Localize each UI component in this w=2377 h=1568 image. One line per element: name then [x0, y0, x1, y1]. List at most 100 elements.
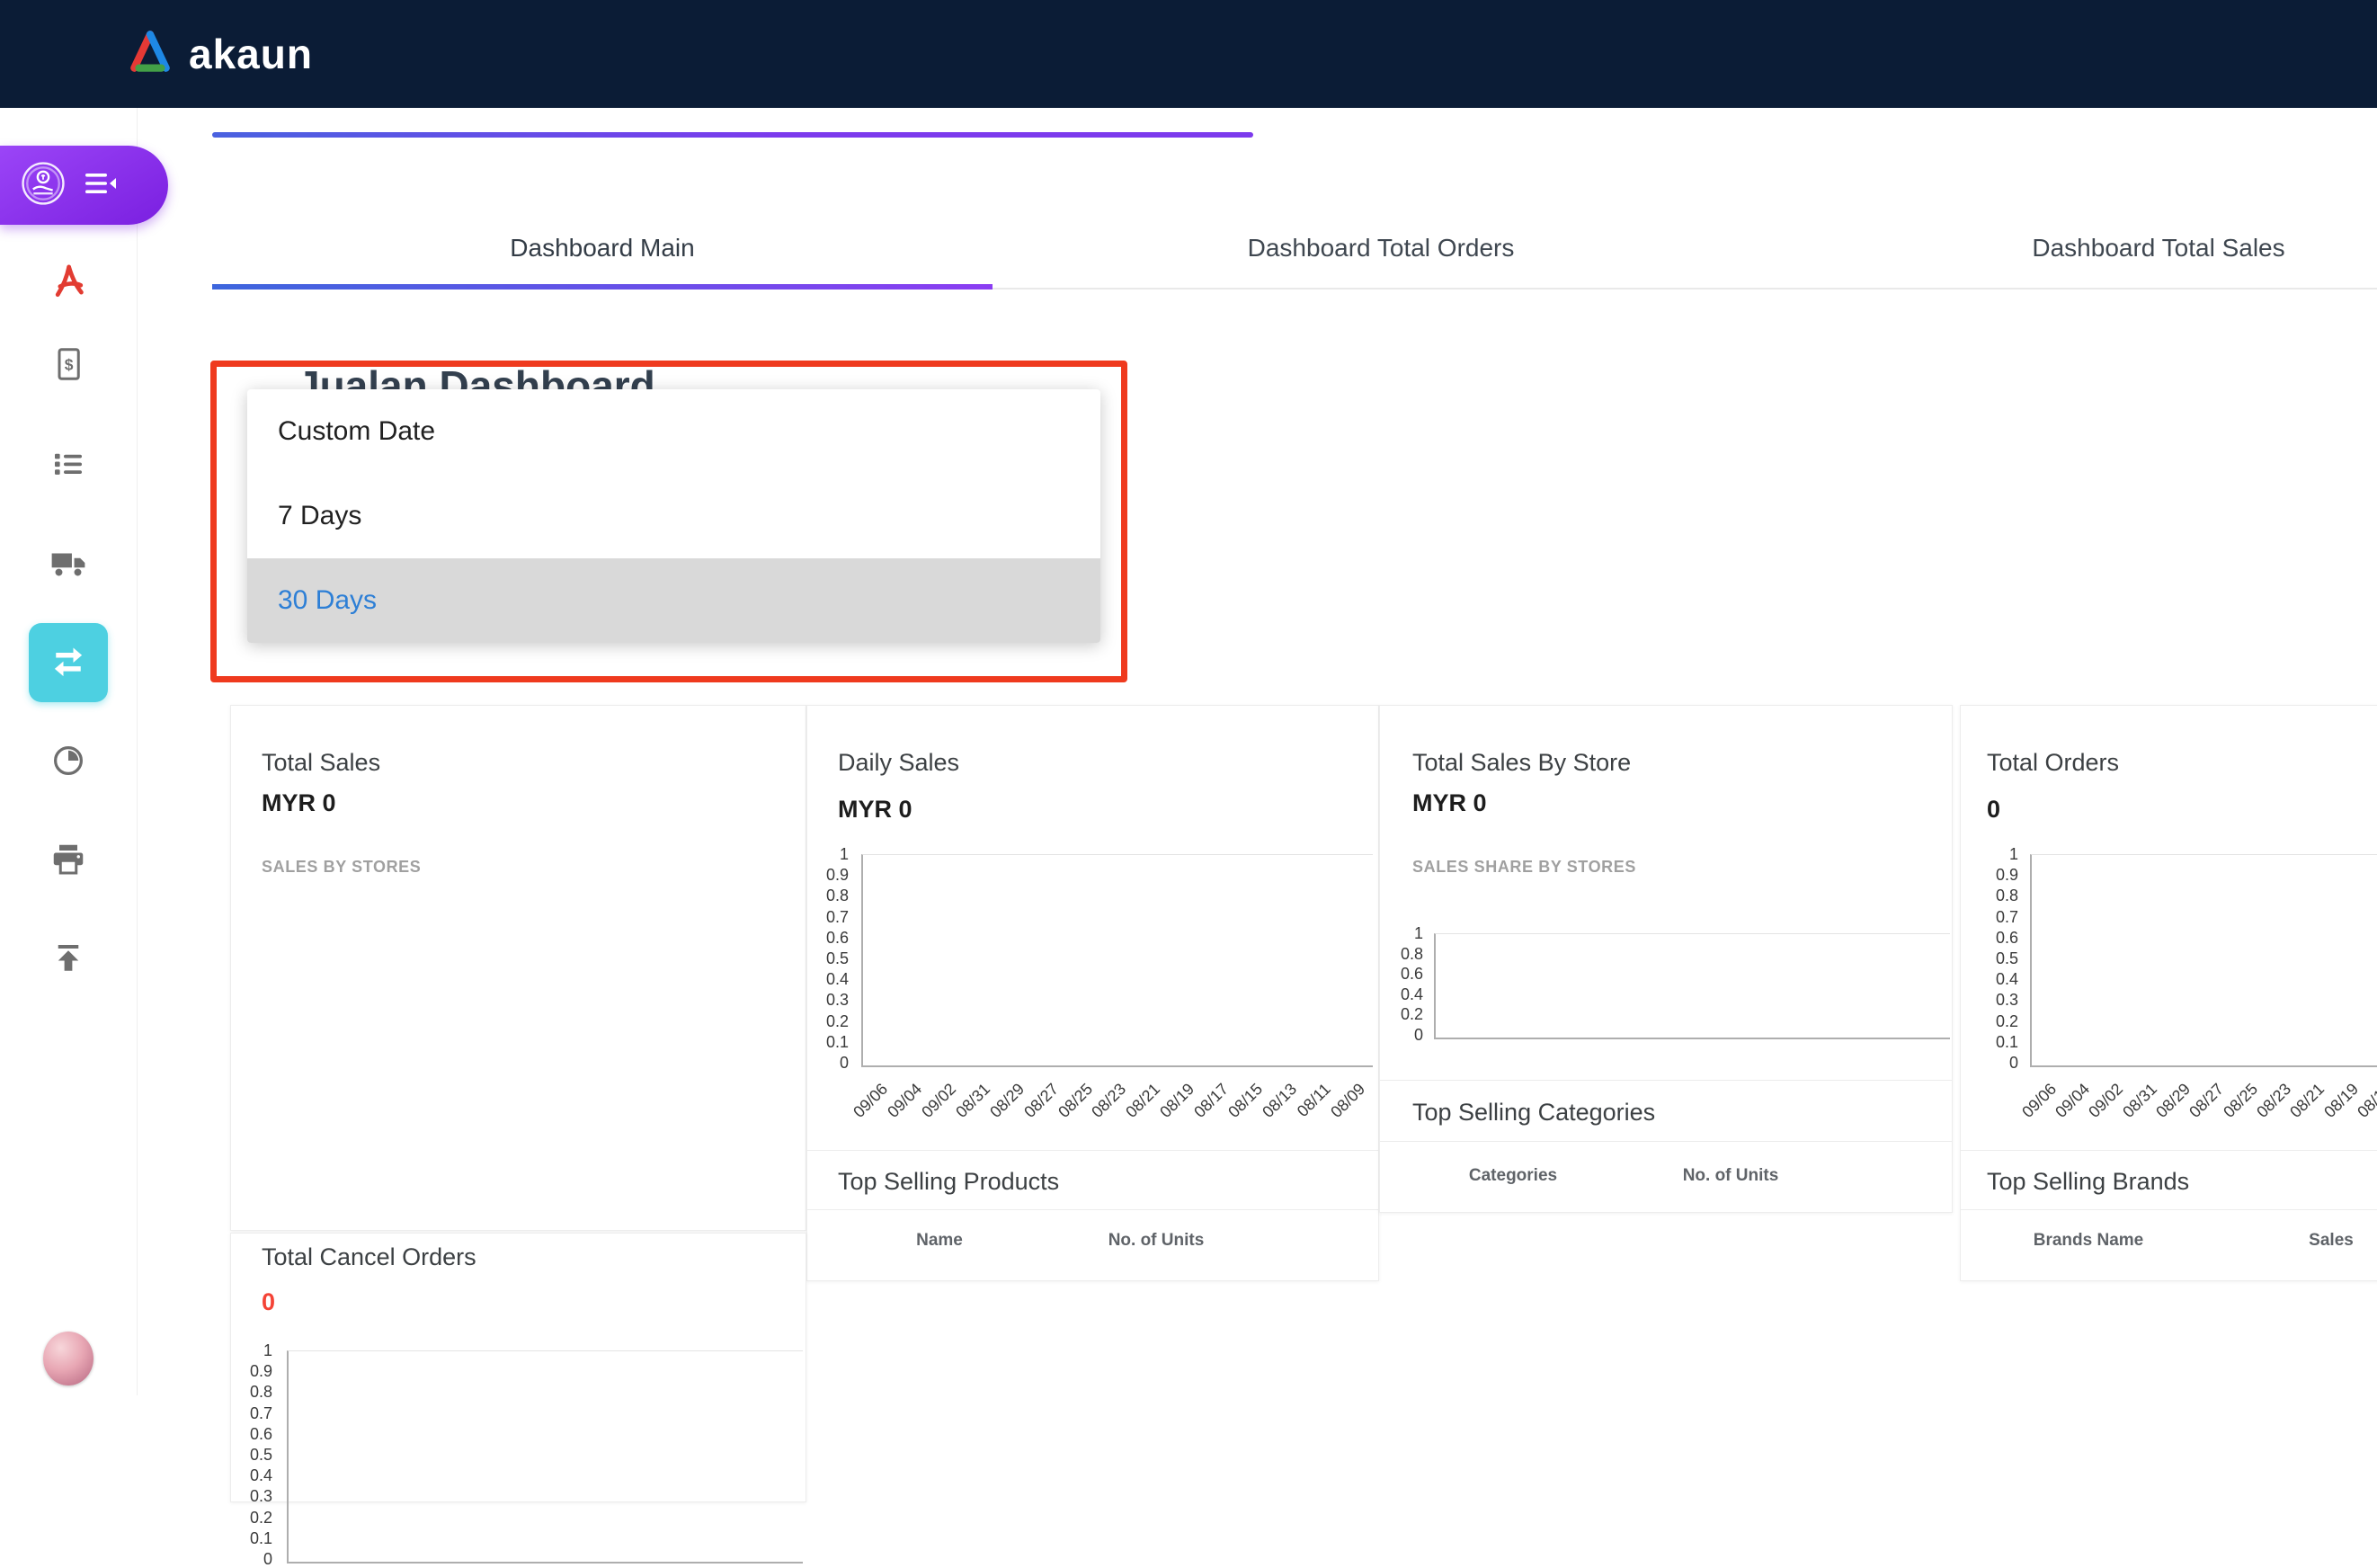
total-sales-by-store-card: Total Sales By Store MYR 0 SALES SHARE B…	[1379, 705, 1953, 1213]
card-title: Total Sales	[262, 749, 380, 777]
y-tick: 0.3	[1996, 992, 2018, 1008]
total-sales-card: Total Sales MYR 0 SALES BY STORES	[230, 705, 806, 1231]
dropdown-option-custom-date[interactable]: Custom Date	[247, 389, 1100, 474]
payment-hand-icon	[20, 160, 67, 211]
y-tick: 0.4	[250, 1467, 272, 1483]
y-tick: 0.4	[1996, 971, 2018, 987]
y-tick: 0.6	[1996, 930, 2018, 946]
y-tick: 0.9	[250, 1363, 272, 1379]
divider	[1961, 1209, 2377, 1210]
y-tick: 0.4	[826, 971, 849, 987]
akaun-triangle-logo-icon	[126, 31, 174, 78]
x-tick-date: 08/11	[1294, 1080, 1335, 1121]
x-tick-date: 08/15	[1224, 1080, 1267, 1122]
y-tick: 0.5	[826, 950, 849, 967]
x-tick-date: 08/23	[2253, 1080, 2295, 1122]
invoice-document-icon[interactable]: $	[43, 339, 93, 389]
x-tick-date: 08/31	[952, 1080, 994, 1122]
card-subtitle: SALES BY STORES	[262, 858, 421, 877]
cancel-orders-chart: 10.90.80.70.60.50.40.30.20.10	[231, 1234, 806, 1501]
y-tick: 0.3	[826, 992, 849, 1008]
divider	[1961, 1150, 2377, 1151]
column-header-categories: Categories	[1469, 1166, 1557, 1186]
active-tab-indicator	[212, 284, 993, 290]
divider	[807, 1209, 1378, 1210]
x-tick-date: 08/19	[2320, 1080, 2363, 1122]
tab-dashboard-total-orders[interactable]: Dashboard Total Orders	[1248, 234, 1515, 263]
x-tick-date: 08/25	[1055, 1080, 1097, 1122]
tab-dashboard-total-sales[interactable]: Dashboard Total Sales	[2032, 234, 2284, 263]
x-tick-date: 08/31	[2119, 1080, 2161, 1122]
x-tick-date: 09/02	[918, 1080, 960, 1122]
plot-area	[2030, 854, 2377, 1067]
brand-logo[interactable]: akaun	[126, 30, 313, 78]
y-tick: 0.1	[250, 1530, 272, 1546]
date-range-dropdown: Custom Date7 Days30 Days	[247, 389, 1100, 643]
list-icon[interactable]	[43, 439, 93, 489]
y-tick: 0.2	[250, 1510, 272, 1526]
dashboard-tab-bar: Dashboard Main Dashboard Total Orders Dash…	[0, 207, 2377, 290]
tab-dashboard-main[interactable]: Dashboard Main	[510, 234, 694, 263]
x-tick-date: 09/04	[884, 1080, 926, 1122]
column-header-brands-name: Brands Name	[2034, 1231, 2144, 1251]
y-tick: 1	[263, 1342, 272, 1359]
avatar-image	[43, 1332, 93, 1385]
x-tick-date: 08/09	[1327, 1080, 1369, 1122]
column-header-no-of-units: No. of Units	[1683, 1166, 1779, 1186]
upload-icon[interactable]	[43, 933, 93, 984]
x-tick-date: 09/02	[2085, 1080, 2127, 1122]
y-axis-labels: 10.90.80.70.60.50.40.30.20.10	[813, 846, 849, 1071]
y-tick: 0.5	[1996, 950, 2018, 967]
module-menu-pill[interactable]	[0, 146, 168, 225]
y-tick: 0.6	[250, 1426, 272, 1442]
section-title: Top Selling Products	[838, 1168, 1059, 1196]
y-tick: 0.5	[250, 1447, 272, 1463]
dropdown-option-7-days[interactable]: 7 Days	[247, 474, 1100, 558]
y-tick: 0	[1414, 1027, 1423, 1043]
divider	[1380, 1141, 1952, 1142]
y-tick: 0.6	[826, 930, 849, 946]
dropdown-option-30-days[interactable]: 30 Days	[247, 558, 1100, 643]
menu-open-icon	[85, 170, 117, 201]
transfer-nav-item-active[interactable]	[29, 623, 108, 702]
pdf-reader-icon[interactable]	[43, 255, 93, 306]
x-tick-date: 08/25	[2220, 1080, 2262, 1122]
divider	[807, 1150, 1378, 1151]
daily-sales-card: Daily Sales MYR 0 10.90.80.70.60.50.40.3…	[806, 705, 1379, 1281]
y-tick: 1	[840, 846, 849, 862]
timer-icon[interactable]	[43, 735, 93, 786]
plot-area	[1434, 933, 1950, 1039]
progress-bar	[212, 132, 1253, 138]
x-tick-date: 08/29	[986, 1080, 1028, 1122]
y-tick: 0.1	[1996, 1034, 2018, 1050]
svg-text:$: $	[65, 355, 74, 373]
x-tick-date: 08/13	[1259, 1080, 1301, 1122]
x-tick-date: 09/06	[2018, 1080, 2061, 1122]
x-tick-date: 08/21	[2286, 1080, 2328, 1122]
column-header-sales: Sales	[2309, 1231, 2354, 1251]
y-tick: 1	[2009, 846, 2018, 862]
y-tick: 0	[263, 1551, 272, 1567]
table-header-row: Brands Name Sales	[1961, 1231, 2377, 1254]
printer-icon[interactable]	[43, 834, 93, 885]
x-tick-date: 08/29	[2152, 1080, 2194, 1122]
x-tick-date: 09/06	[850, 1080, 892, 1122]
user-avatar[interactable]	[43, 1333, 93, 1384]
total-cancel-orders-card: Total Cancel Orders 0 10.90.80.70.60.50.…	[230, 1233, 806, 1502]
y-tick: 0	[2009, 1055, 2018, 1071]
section-title: Top Selling Categories	[1412, 1099, 1655, 1127]
total-orders-card: Total Orders 0 10.90.80.70.60.50.40.30.2…	[1960, 705, 2377, 1281]
x-tick-date: 09/04	[2052, 1080, 2094, 1122]
x-tick-date: 08/27	[1020, 1080, 1063, 1122]
column-header-no-of-units: No. of Units	[1108, 1231, 1205, 1251]
y-tick: 0.8	[1401, 946, 1423, 962]
delivery-truck-icon[interactable]	[43, 538, 93, 588]
y-tick: 0.3	[250, 1488, 272, 1504]
y-tick: 0.1	[826, 1034, 849, 1050]
y-tick: 1	[1414, 925, 1423, 941]
table-header-row: NameNo. of Units	[807, 1231, 1378, 1254]
y-tick: 0.7	[250, 1405, 272, 1421]
plot-area	[287, 1350, 803, 1564]
plot-area	[861, 854, 1373, 1067]
brand-name: akaun	[189, 30, 313, 78]
